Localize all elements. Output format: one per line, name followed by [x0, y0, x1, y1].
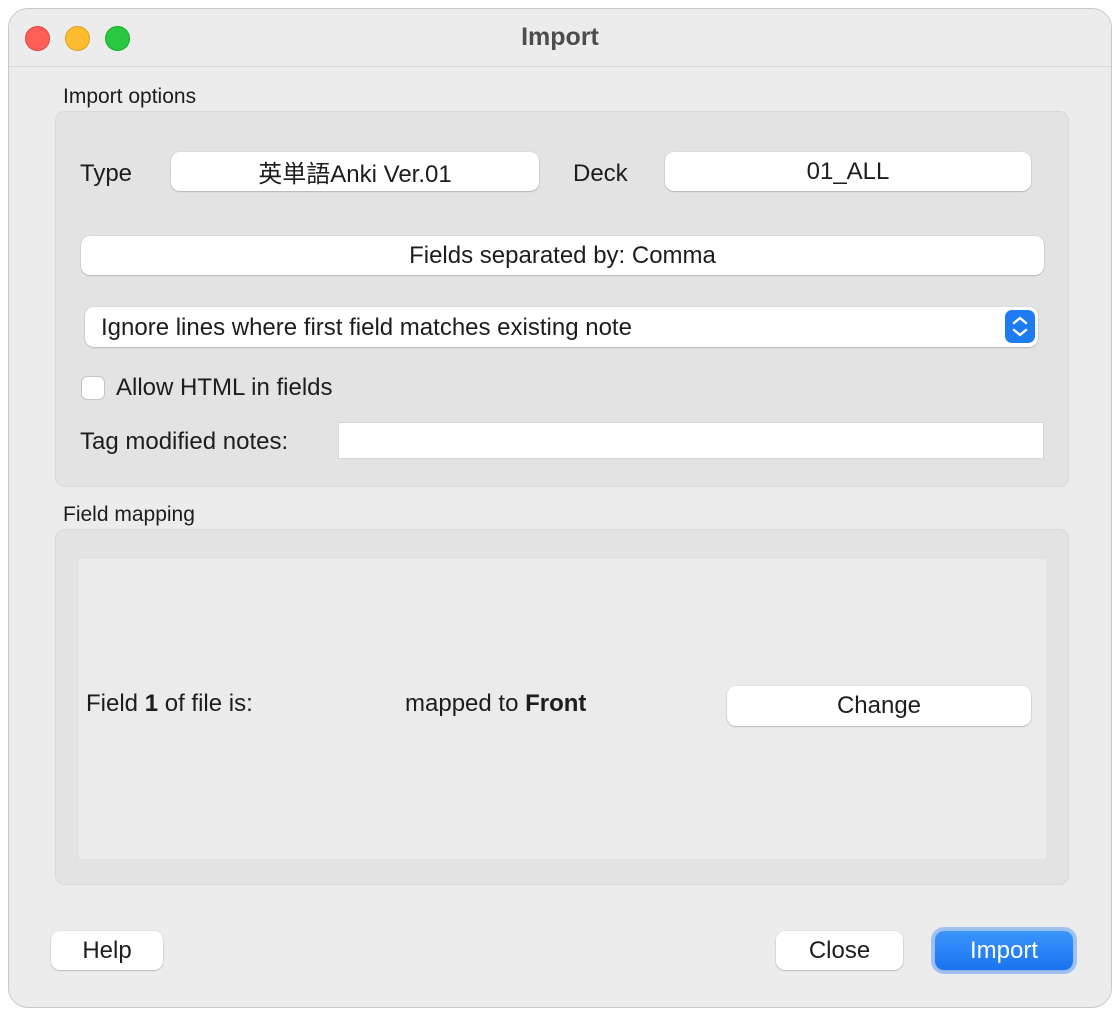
import-options-group: Type 英単語Anki Ver.01 Deck 01_ALL Fields s…: [55, 111, 1069, 487]
type-button[interactable]: 英単語Anki Ver.01: [171, 152, 539, 191]
tag-modified-input[interactable]: [338, 422, 1044, 459]
mapped-to-label: mapped to Front: [405, 690, 587, 717]
deck-button[interactable]: 01_ALL: [665, 152, 1031, 191]
tag-modified-label: Tag modified notes:: [80, 428, 289, 455]
change-mapping-button[interactable]: Change: [727, 686, 1031, 726]
field-mapping-label: Field mapping: [63, 503, 195, 526]
import-dialog: Import Import options Type 英単語Anki Ver.0…: [8, 8, 1112, 1008]
import-button[interactable]: Import: [935, 931, 1073, 970]
type-label: Type: [80, 160, 133, 187]
allow-html-label: Allow HTML in fields: [116, 374, 333, 401]
field-mapping-scroll-area: Field 1 of file is: mapped to Front Chan…: [79, 559, 1046, 859]
separator-button[interactable]: Fields separated by: Comma: [81, 236, 1044, 275]
help-button[interactable]: Help: [51, 931, 163, 970]
field-mapping-group: Field 1 of file is: mapped to Front Chan…: [55, 529, 1069, 885]
import-options-label: Import options: [63, 85, 197, 108]
select-chevrons-icon: [1005, 310, 1035, 343]
deck-label: Deck: [573, 160, 628, 187]
title-bar: Import: [9, 9, 1111, 67]
duplicate-mode-select[interactable]: Ignore lines where first field matches e…: [85, 307, 1038, 347]
window-title: Import: [521, 23, 599, 51]
duplicate-mode-value: Ignore lines where first field matches e…: [101, 314, 632, 341]
allow-html-checkbox[interactable]: [81, 376, 105, 400]
close-button[interactable]: Close: [776, 931, 903, 970]
field-row-label: Field 1 of file is:: [86, 690, 253, 717]
